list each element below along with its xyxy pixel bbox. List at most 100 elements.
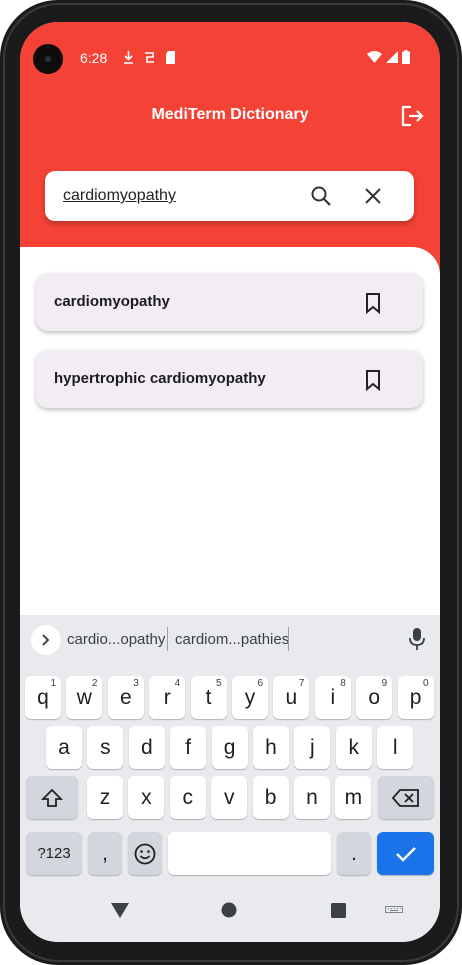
- key-label: i: [330, 685, 336, 709]
- result-item[interactable]: cardiomyopathy: [36, 273, 423, 331]
- key-k[interactable]: k: [335, 726, 372, 769]
- sync-icon: [145, 52, 154, 63]
- screen: 6:28 MediTerm Dictionary cardiomyopathy …: [20, 22, 440, 942]
- backspace-key[interactable]: [378, 776, 434, 819]
- checkmark-icon: [395, 846, 416, 862]
- key-o[interactable]: o9: [356, 676, 393, 719]
- key-number-hint: 1: [50, 678, 56, 689]
- bookmark-button[interactable]: [363, 292, 383, 315]
- key-d[interactable]: d: [128, 726, 165, 769]
- keyboard-switch-icon[interactable]: [385, 906, 403, 916]
- key-number-hint: 7: [298, 678, 305, 689]
- search-button[interactable]: [309, 184, 333, 208]
- key-label: p: [409, 685, 422, 709]
- result-item[interactable]: hypertrophic cardiomyopathy: [36, 350, 423, 408]
- key-c[interactable]: c: [169, 776, 206, 819]
- clear-button[interactable]: [361, 184, 385, 208]
- key-number-hint: 4: [174, 678, 181, 689]
- key-m[interactable]: m: [335, 776, 372, 819]
- result-label: cardiomyopathy: [54, 293, 170, 310]
- search-bar[interactable]: cardiomyopathy: [45, 171, 414, 221]
- key-number-hint: 6: [257, 678, 263, 689]
- key-label: r: [163, 685, 171, 709]
- logout-button[interactable]: [400, 104, 426, 128]
- key-label: t: [205, 685, 212, 709]
- key-a[interactable]: a: [46, 726, 82, 769]
- key-u[interactable]: u7: [273, 676, 310, 719]
- suggestion-strip: cardio...opathy cardiom...pathies: [20, 615, 440, 661]
- key-r[interactable]: r4: [149, 676, 186, 719]
- recents-icon[interactable]: [331, 903, 346, 918]
- key-label: e: [119, 685, 132, 709]
- status-time: 6:28: [80, 50, 108, 66]
- key-j[interactable]: j: [294, 726, 331, 769]
- expand-suggestions-button[interactable]: [31, 625, 61, 655]
- key-w[interactable]: w2: [66, 676, 103, 719]
- emoji-key[interactable]: [128, 832, 162, 875]
- comma-key[interactable]: ,: [88, 832, 122, 875]
- key-number-hint: 2: [91, 678, 98, 689]
- suggestion-divider: [167, 627, 168, 651]
- soft-keyboard: cardio...opathy cardiom...pathies ?123 ,…: [20, 615, 440, 942]
- symbols-key[interactable]: ?123: [26, 832, 82, 875]
- suggestion-item[interactable]: cardio...opathy: [67, 631, 165, 648]
- key-y[interactable]: y6: [232, 676, 268, 719]
- status-system-icons: [367, 50, 410, 64]
- key-e[interactable]: e3: [107, 676, 144, 719]
- key-p[interactable]: p0: [397, 676, 434, 719]
- key-z[interactable]: z: [87, 776, 123, 819]
- key-label: w: [76, 685, 92, 709]
- emoji-icon: [134, 843, 156, 864]
- key-number-hint: 3: [133, 678, 139, 689]
- home-icon[interactable]: [221, 902, 237, 918]
- wifi-icon: [367, 51, 382, 63]
- enter-key[interactable]: [377, 832, 434, 875]
- period-key[interactable]: .: [337, 832, 371, 875]
- key-f[interactable]: f: [170, 726, 207, 769]
- download-icon: [124, 51, 133, 64]
- close-icon: [365, 188, 381, 204]
- mic-icon: [409, 628, 425, 650]
- chevron-right-icon: [42, 634, 50, 646]
- key-label: y: [244, 685, 256, 709]
- key-v[interactable]: v: [211, 776, 248, 819]
- key-number-hint: 9: [381, 678, 388, 689]
- voice-input-button[interactable]: [408, 627, 426, 651]
- sd-card-icon: [166, 51, 175, 64]
- key-b[interactable]: b: [252, 776, 289, 819]
- key-x[interactable]: x: [128, 776, 165, 819]
- key-h[interactable]: h: [253, 726, 289, 769]
- space-key[interactable]: [168, 832, 331, 875]
- key-number-hint: 0: [423, 678, 429, 689]
- key-label: u: [285, 685, 298, 709]
- bookmark-button[interactable]: [363, 369, 383, 392]
- search-input[interactable]: cardiomyopathy: [63, 187, 176, 205]
- battery-icon: [402, 50, 410, 64]
- key-q[interactable]: q1: [25, 676, 61, 719]
- key-s[interactable]: s: [87, 726, 124, 769]
- key-number-hint: 8: [340, 678, 346, 689]
- key-i[interactable]: i8: [314, 676, 351, 719]
- suggestion-item[interactable]: cardiom...pathies: [175, 631, 289, 648]
- key-l[interactable]: l: [377, 726, 414, 769]
- search-icon: [311, 186, 331, 206]
- back-icon[interactable]: [111, 903, 129, 918]
- key-label: q: [37, 685, 49, 709]
- key-label: o: [368, 685, 381, 709]
- logout-icon: [401, 105, 424, 127]
- result-label: hypertrophic cardiomyopathy: [54, 370, 266, 387]
- shift-key[interactable]: [26, 776, 78, 819]
- key-g[interactable]: g: [211, 726, 248, 769]
- key-t[interactable]: t5: [190, 676, 227, 719]
- page-title: MediTerm Dictionary: [151, 106, 309, 123]
- shift-icon: [41, 788, 63, 807]
- navigation-bar: [20, 883, 440, 942]
- status-notification-icons: [123, 51, 176, 64]
- key-n[interactable]: n: [294, 776, 330, 819]
- suggestion-divider: [288, 627, 289, 651]
- device-frame: 6:28 MediTerm Dictionary cardiomyopathy …: [0, 0, 462, 965]
- bookmark-icon: [366, 370, 380, 392]
- backspace-icon: [392, 788, 419, 807]
- front-camera: [33, 44, 63, 74]
- bookmark-icon: [366, 293, 380, 315]
